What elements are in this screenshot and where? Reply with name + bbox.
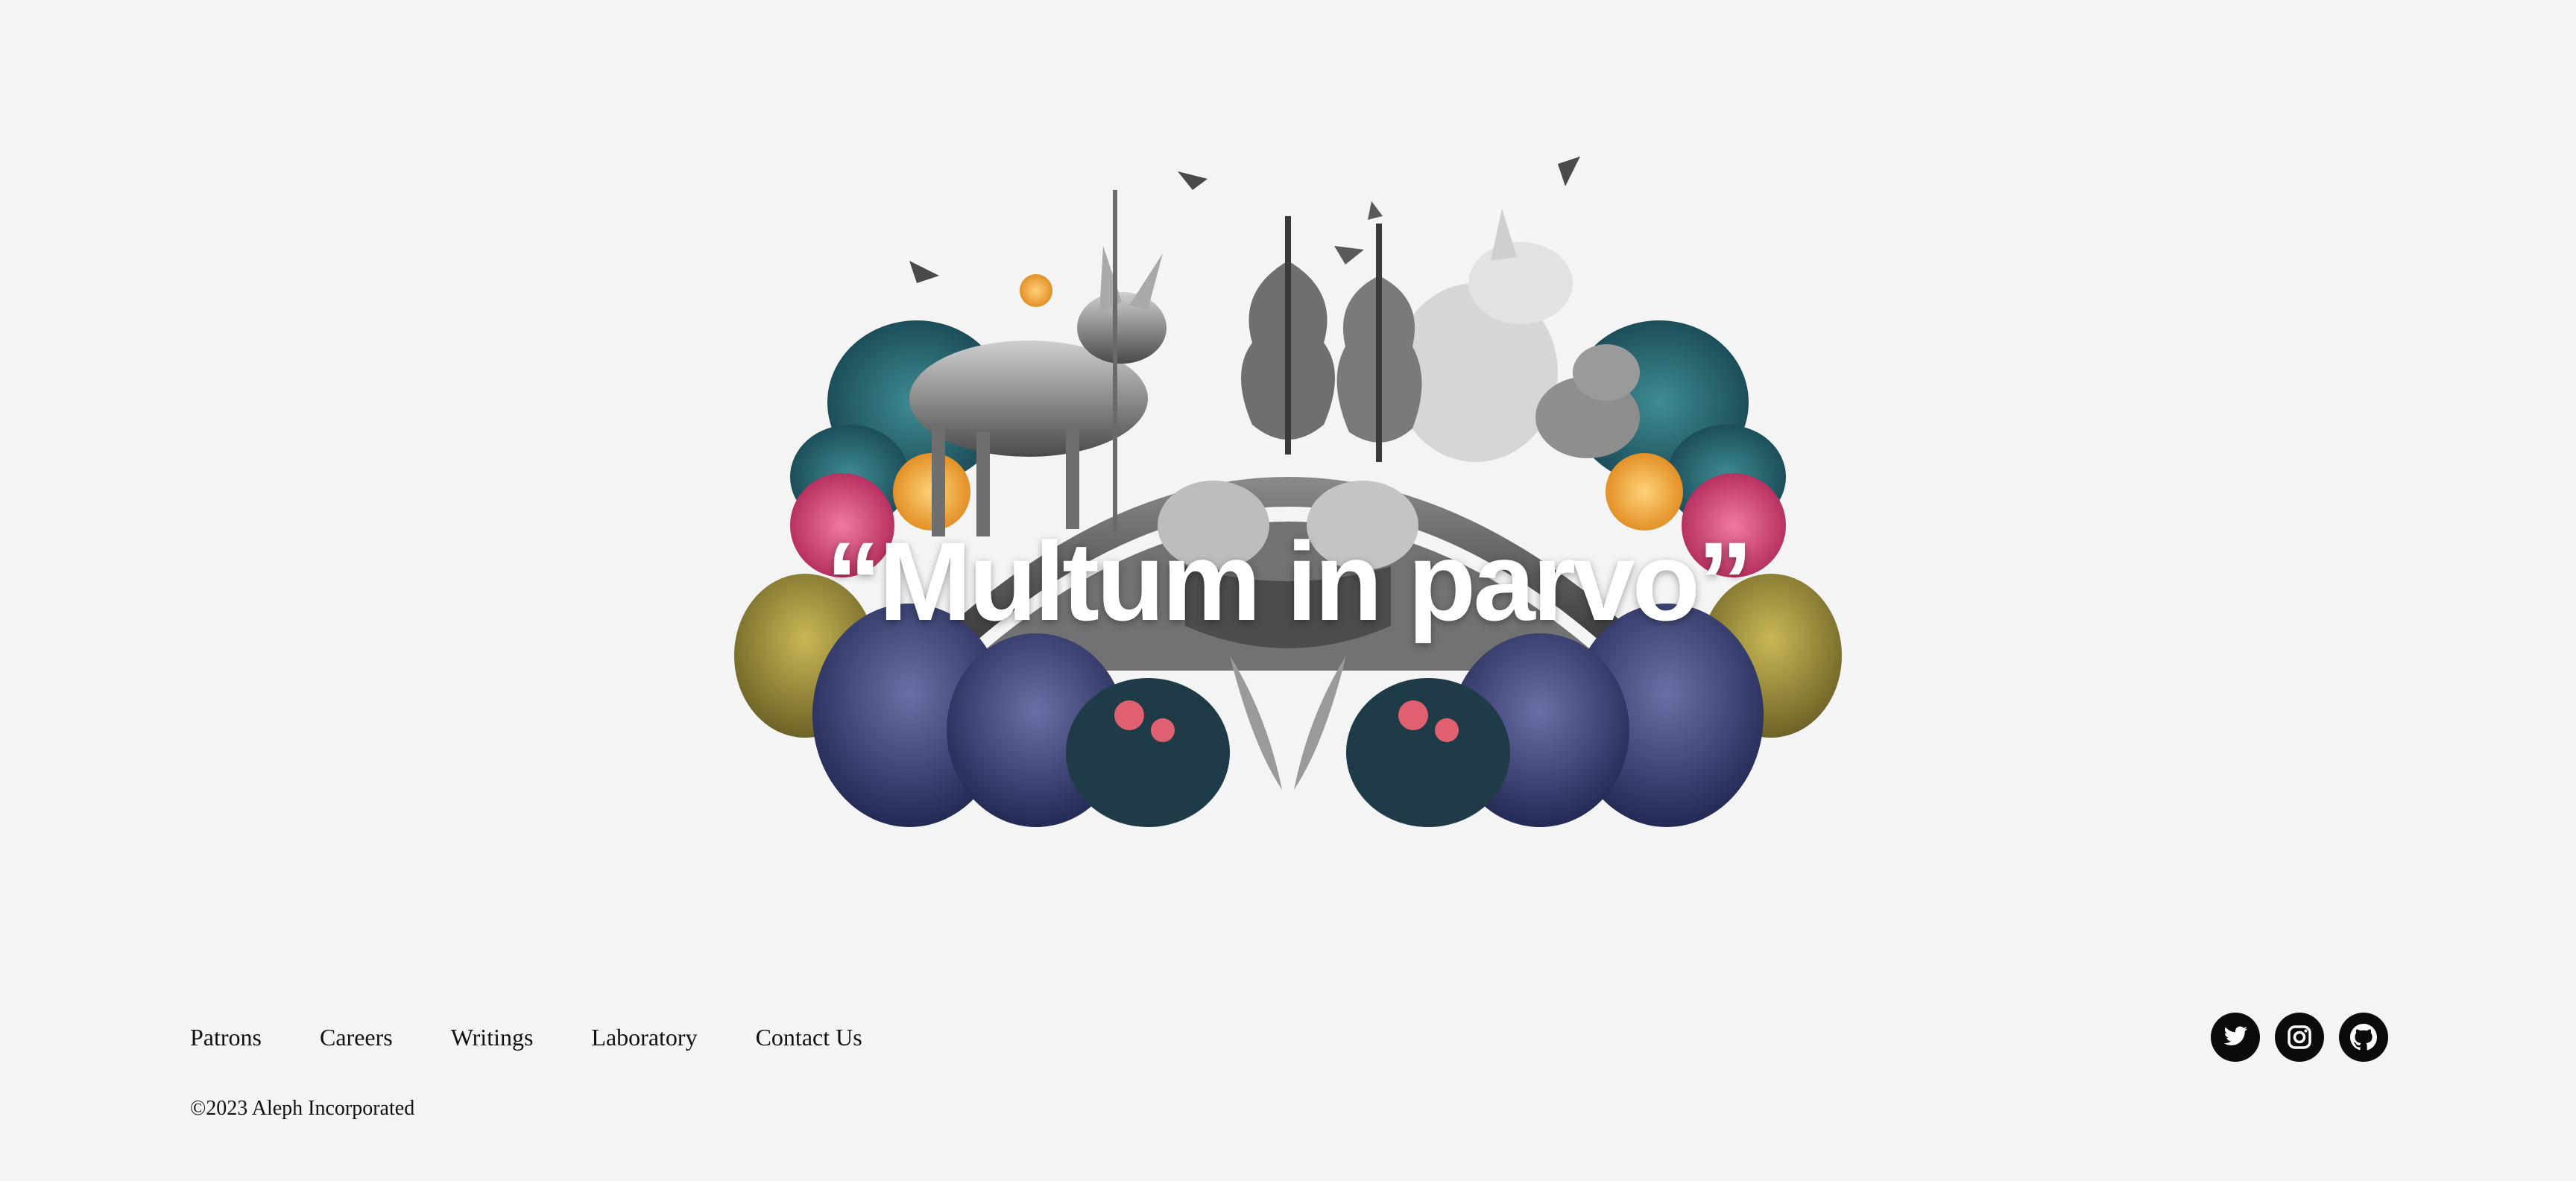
- nav-link-writings[interactable]: Writings: [451, 1021, 534, 1054]
- instagram-icon[interactable]: [2275, 1013, 2324, 1062]
- nav-link-contact-us[interactable]: Contact Us: [756, 1021, 862, 1054]
- motto-heading: “Multum in parvo”: [825, 519, 1753, 644]
- nav-link-patrons[interactable]: Patrons: [190, 1021, 262, 1054]
- collage-illustration: [734, 156, 1842, 827]
- copyright-text: ©2023 Aleph Incorporated: [190, 1097, 415, 1120]
- nav-link-laboratory[interactable]: Laboratory: [591, 1021, 697, 1054]
- hero-artwork: “Multum in parvo”: [716, 149, 1860, 864]
- social-links: [2211, 1013, 2388, 1062]
- twitter-icon[interactable]: [2211, 1013, 2260, 1062]
- footer-nav: Patrons Careers Writings Laboratory Cont…: [190, 1021, 921, 1054]
- nav-link-careers[interactable]: Careers: [320, 1021, 393, 1054]
- page: “Multum in parvo” Patrons Careers Writin…: [0, 0, 2576, 1181]
- github-icon[interactable]: [2339, 1013, 2388, 1062]
